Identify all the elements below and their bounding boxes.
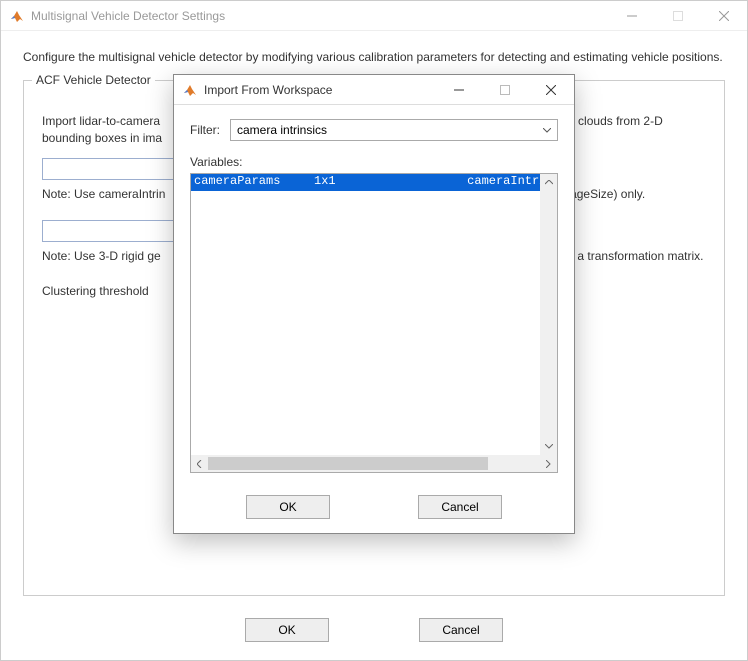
main-cancel-button[interactable]: Cancel [419,618,503,642]
vertical-scrollbar[interactable] [540,174,557,455]
text-fragment: is a transformation matrix. [565,249,703,263]
dialog-body: Filter: camera intrinsics Variables: cam… [174,105,574,483]
text-fragment: Note: Use cameraIntrin [42,187,165,201]
scroll-thumb[interactable] [208,457,488,470]
filter-row: Filter: camera intrinsics [190,119,558,141]
maximize-button [655,1,701,31]
main-title: Multisignal Vehicle Detector Settings [31,9,609,23]
scroll-up-icon[interactable] [540,174,557,191]
dialog-maximize-button [482,75,528,105]
variable-row[interactable]: cameraParams 1x1 cameraIntrinsi [191,174,557,191]
dialog-title: Import From Workspace [204,83,436,97]
close-button[interactable] [701,1,747,31]
scroll-down-icon[interactable] [540,438,557,455]
app-icon [182,82,198,98]
main-window-controls [609,1,747,31]
variable-size: 1x1 [314,174,414,191]
chevron-down-icon [543,125,551,136]
main-titlebar: Multisignal Vehicle Detector Settings [1,1,747,31]
filter-dropdown[interactable]: camera intrinsics [230,119,558,141]
import-workspace-dialog: Import From Workspace Filter: camera int… [173,74,575,534]
main-ok-button[interactable]: OK [245,618,329,642]
variables-listbox[interactable]: cameraParams 1x1 cameraIntrinsi [190,173,558,473]
variable-name: cameraParams [194,174,314,191]
minimize-button[interactable] [609,1,655,31]
text-fragment: Note: Use 3-D rigid ge [42,249,161,263]
main-button-bar: OK Cancel [1,606,747,660]
dialog-titlebar: Import From Workspace [174,75,574,105]
app-icon [9,8,25,24]
listbox-inner: cameraParams 1x1 cameraIntrinsi [191,174,557,472]
description-text: Configure the multisignal vehicle detect… [23,49,725,66]
text-fragment: ageSize) only. [570,187,645,201]
dialog-button-bar: OK Cancel [174,483,574,533]
filter-value: camera intrinsics [237,123,327,137]
filter-label: Filter: [190,123,230,137]
dialog-minimize-button[interactable] [436,75,482,105]
dialog-cancel-button[interactable]: Cancel [418,495,502,519]
variable-class: cameraIntrinsi [414,174,557,191]
dialog-close-button[interactable] [528,75,574,105]
dialog-window-controls [436,75,574,105]
variables-label: Variables: [190,155,558,169]
horizontal-scrollbar[interactable] [191,455,557,472]
scroll-right-icon[interactable] [540,455,557,472]
scroll-left-icon[interactable] [191,455,208,472]
text-fragment: Import lidar-to-camera [42,114,160,128]
dialog-ok-button[interactable]: OK [246,495,330,519]
panel-title: ACF Vehicle Detector [32,73,155,87]
